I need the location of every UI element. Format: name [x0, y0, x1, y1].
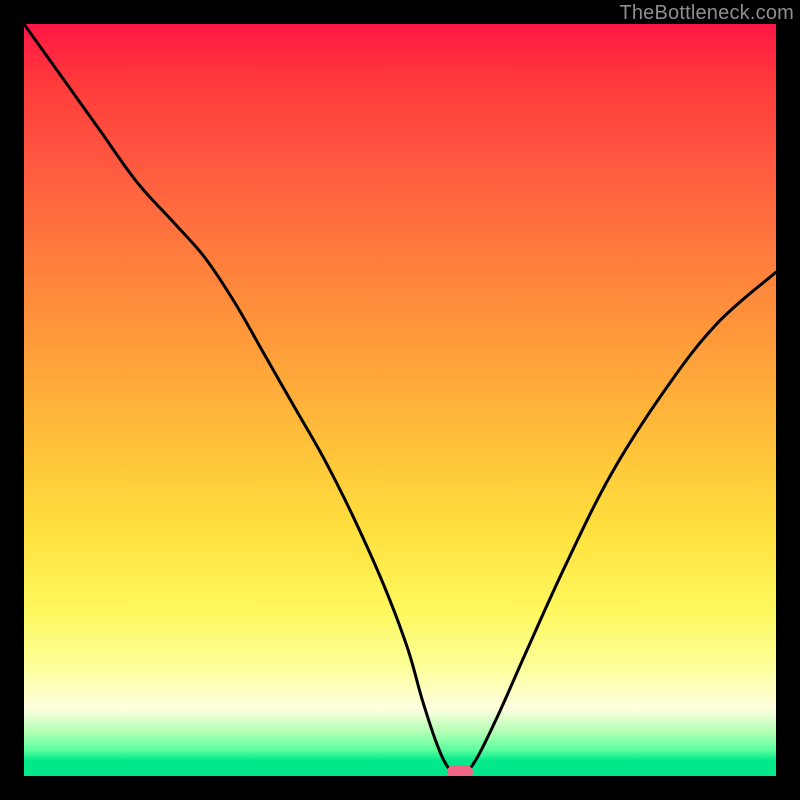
bottleneck-curve — [24, 24, 776, 776]
plot-area — [24, 24, 776, 776]
watermark-text: TheBottleneck.com — [619, 2, 794, 25]
chart-frame: TheBottleneck.com — [0, 0, 800, 800]
minimum-marker — [447, 766, 473, 777]
